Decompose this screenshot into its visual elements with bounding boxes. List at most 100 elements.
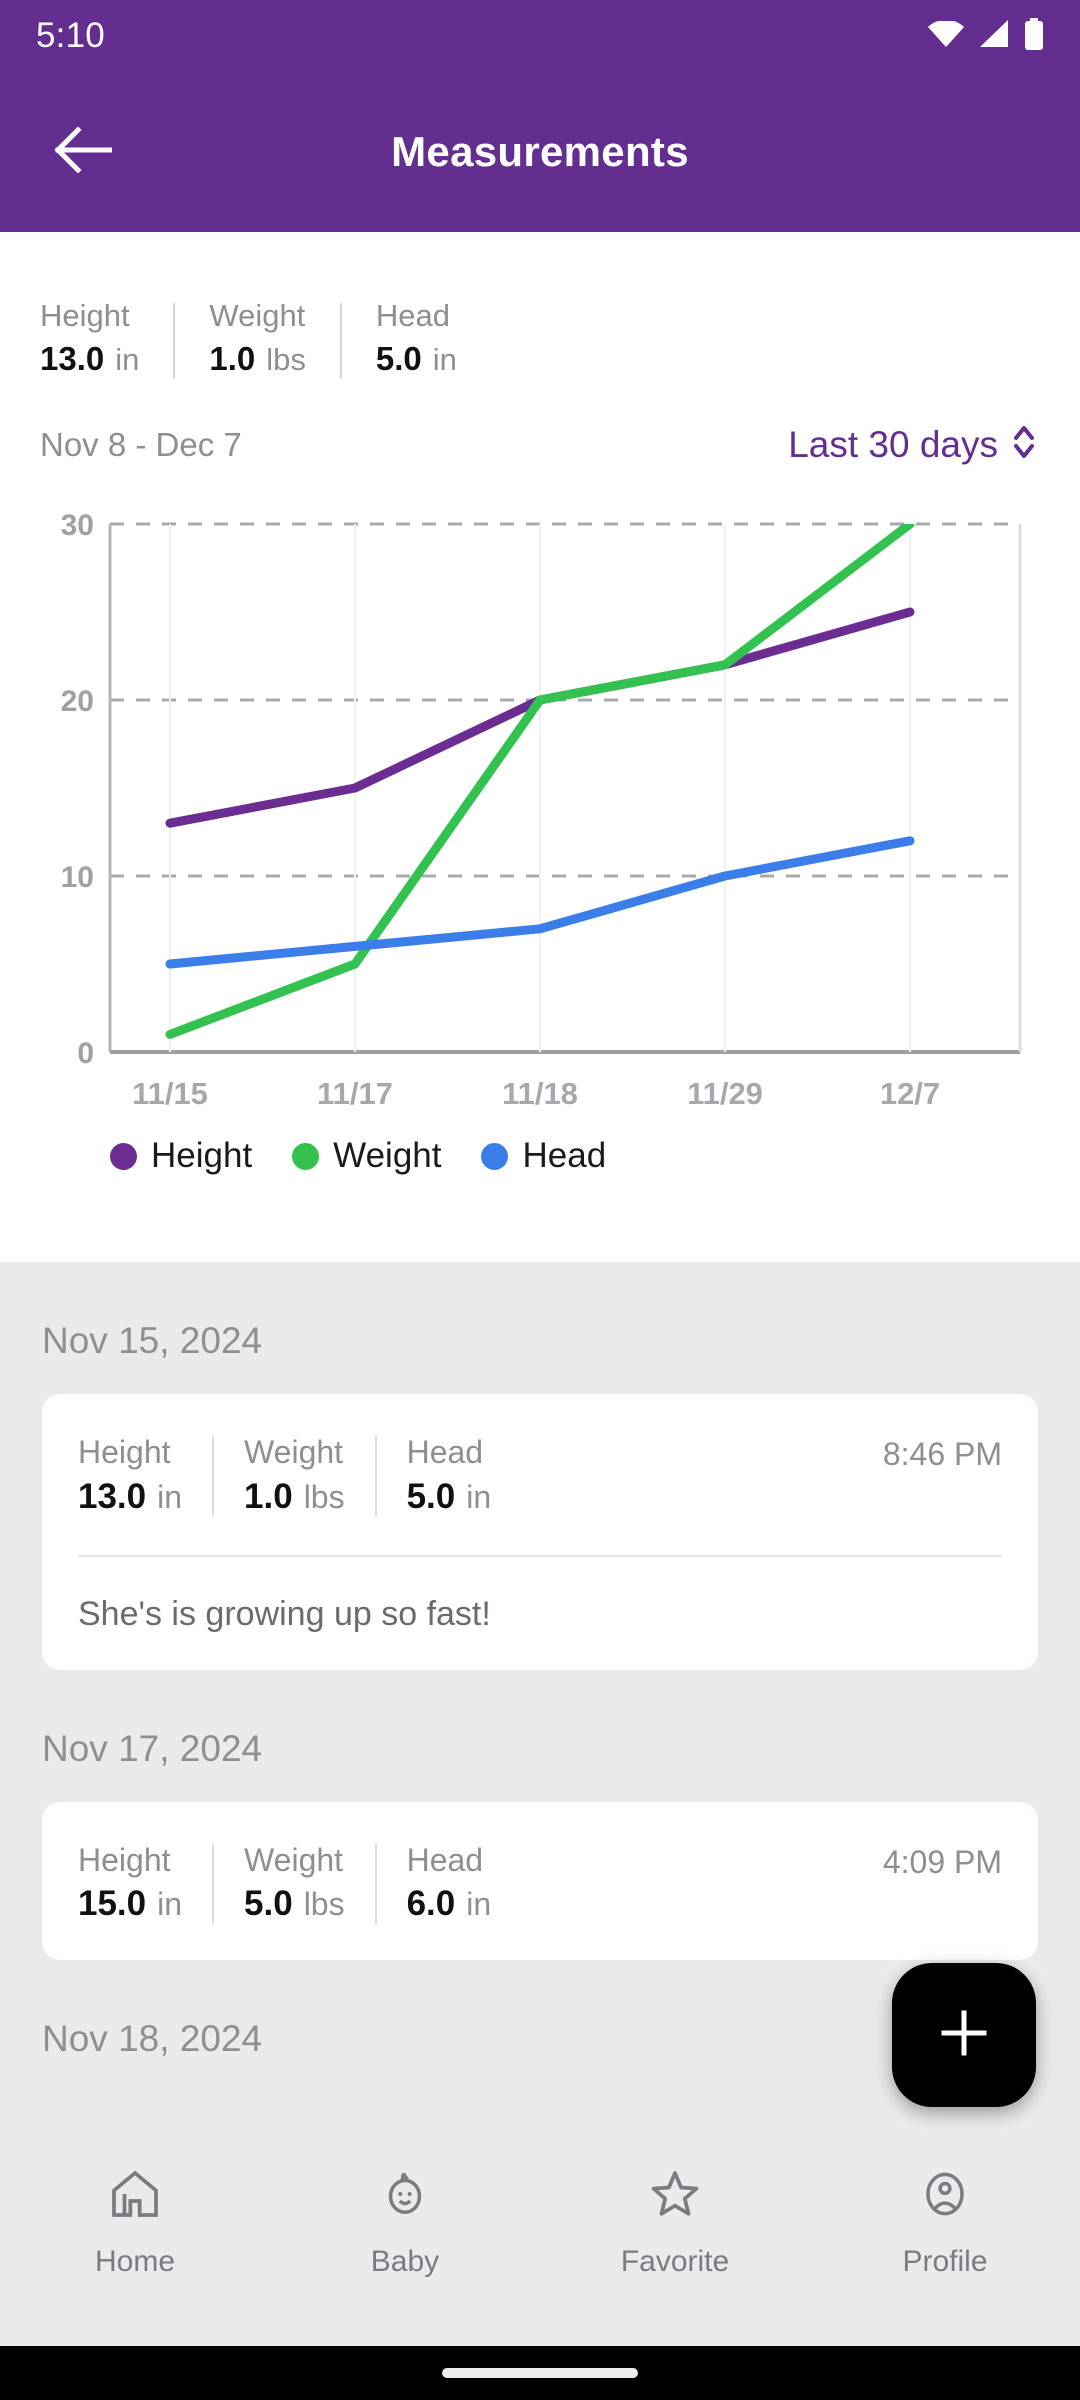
list-item[interactable]: Height 13.0 in Weight 1.0 lbs Head 5.0 i… [42,1394,1038,1670]
bottom-navigation: Home Baby Favorite Profile [0,2140,1080,2346]
entry-metric-label: Head [406,1841,484,1878]
x-axis-tick-label: 11/29 [687,1076,763,1111]
entry-metric-label: Height [78,1434,171,1470]
entry-metric-unit: in [466,1886,492,1923]
entry-timestamp: 8:46 PM [882,1436,1002,1472]
y-axis-tick-label: 30 [61,509,94,542]
entry-metric-label: Weight [244,1434,344,1470]
entry-metric-value: 15.0 [78,1884,147,1924]
entry-metric-weight: Weight 5.0 lbs [244,1840,375,1925]
add-measurement-button[interactable] [892,1963,1036,2107]
list-item[interactable]: Height 15.0 in Weight 5.0 lbs Head 6.0 i… [42,1801,1038,1961]
entry-metric-label: Weight [244,1841,344,1878]
entry-metric-value: 5.0 [406,1476,456,1516]
entry-timestamp: 4:09 PM [882,1843,1002,1880]
summary-metric-value: 13.0 [40,339,105,377]
entry-divider [212,1843,215,1924]
entry-metric-unit: lbs [303,1886,345,1923]
summary-divider [173,303,176,379]
entry-metric-head: Head 5.0 in [407,1432,522,1517]
list-date-header: Nov 17, 2024 [42,1727,263,1769]
summary-metric-head: Head 5.0 in [376,297,491,378]
status-bar-clock: 5:10 [36,16,105,55]
y-axis-tick-label: 20 [61,685,94,718]
entry-note: She's is growing up so fast! [78,1594,491,1633]
wifi-icon [928,19,964,52]
entry-metric-height: Height 13.0 in [78,1432,212,1517]
baby-face-icon [377,2166,433,2227]
cellular-signal-icon [978,20,1010,52]
summary-metric-value: 1.0 [209,339,256,377]
gesture-pill[interactable] [442,2368,638,2378]
status-bar: 5:10 [0,0,1080,72]
x-axis-tick-label: 11/15 [132,1076,208,1111]
summary-metric-weight: Weight 1.0 lbs [209,297,340,378]
range-row: Nov 8 - Dec 7 Last 30 days [0,379,1080,468]
summary-metric-unit: in [432,341,457,377]
entry-metric-head: Head 6.0 in [407,1840,522,1925]
entry-metric-weight: Weight 1.0 lbs [244,1432,375,1517]
y-axis-tick-label: 10 [61,861,94,894]
legend-dot-icon [110,1142,137,1170]
nav-item-home[interactable]: Home [0,2166,270,2279]
nav-item-baby[interactable]: Baby [270,2166,540,2279]
legend-label: Head [522,1136,607,1175]
entry-divider [374,1843,377,1924]
legend-item-head: Head [481,1136,606,1176]
account-circle-icon [917,2166,973,2227]
summary-divider [339,303,342,379]
date-range-label: Nov 8 - Dec 7 [40,425,242,463]
chart-panel: Height 13.0 in Weight 1.0 lbs Head 5.0 i… [0,232,1080,1262]
entry-metric-value: 6.0 [406,1884,456,1924]
legend-dot-icon [292,1142,320,1170]
x-axis-tick-label: 11/17 [317,1076,393,1111]
range-selector[interactable]: Last 30 days [788,421,1038,468]
entry-metric-unit: in [157,1886,183,1923]
star-icon [647,2166,703,2227]
page-title: Measurements [391,128,689,175]
x-axis-tick-label: 11/18 [502,1076,578,1111]
entry-metric-height: Height 15.0 in [78,1840,212,1925]
nav-item-favorite[interactable]: Favorite [540,2166,810,2279]
entry-metric-value: 5.0 [244,1884,293,1924]
chart-legend: Height Weight Head [0,1122,1080,1176]
legend-dot-icon [481,1142,509,1170]
up-down-chevron-icon [1010,421,1038,468]
entry-metric-unit: in [466,1478,492,1515]
battery-icon [1024,17,1044,55]
entry-metric-label: Head [406,1434,484,1470]
legend-label: Weight [333,1136,442,1175]
nav-label: Profile [902,2245,988,2278]
app-bar: Measurements [0,72,1080,232]
summary-metric-height: Height 13.0 in [40,297,173,378]
entry-divider [212,1436,215,1516]
status-bar-icons [928,17,1044,55]
entry-metric-value: 13.0 [78,1476,147,1516]
range-selector-label: Last 30 days [788,423,998,465]
entry-metric-label: Height [78,1841,171,1878]
summary-metric-label: Weight [209,298,306,333]
back-arrow-icon [54,125,113,179]
summary-metric-value: 5.0 [375,339,422,377]
nav-label: Baby [370,2245,440,2278]
entry-metric-unit: in [157,1478,183,1515]
back-button[interactable] [28,97,138,207]
summary-metric-unit: in [115,341,140,377]
x-axis-tick-label: 12/7 [880,1076,940,1111]
growth-chart: 0 10 20 30 11/15 11/17 11/18 11/29 12/7 [0,502,1080,1122]
legend-item-height: Height [110,1136,252,1176]
measurements-screen: 5:10 Measurements Height 13.0 in Weight … [0,0,1080,2400]
nav-label: Favorite [620,2245,730,2278]
nav-item-profile[interactable]: Profile [810,2166,1080,2279]
plus-icon [936,2005,992,2066]
chart-svg: 0 10 20 30 11/15 11/17 11/18 11/29 12/7 [61,509,1022,1111]
nav-label: Home [94,2245,176,2278]
entry-divider [374,1436,377,1516]
gesture-navigation-bar [0,2346,1080,2400]
entry-metric-value: 1.0 [244,1476,293,1516]
y-axis-tick-label: 0 [77,1037,94,1070]
summary-metric-unit: lbs [266,341,306,377]
entry-metric-unit: lbs [303,1478,345,1515]
summary-metric-label: Height [40,298,130,333]
list-date-header: Nov 15, 2024 [42,1320,263,1361]
